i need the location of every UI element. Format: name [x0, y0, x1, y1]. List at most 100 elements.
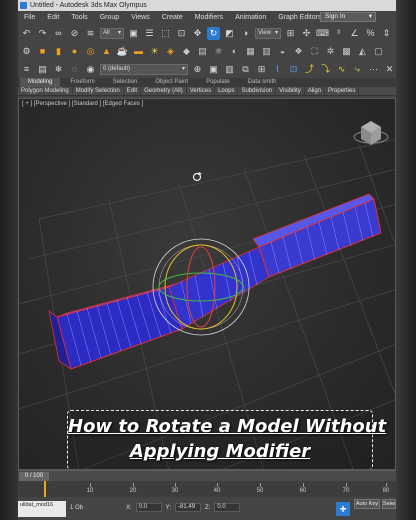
- rendered-frame-icon[interactable]: ▥: [260, 45, 273, 58]
- menu-group[interactable]: Group: [94, 14, 125, 21]
- create-box-icon[interactable]: ■: [36, 45, 49, 58]
- subtab-vertices[interactable]: Vertices: [187, 87, 216, 95]
- select-move-icon[interactable]: ✥: [191, 27, 204, 40]
- create-sphere-icon[interactable]: ●: [68, 45, 81, 58]
- close-toolbar-icon[interactable]: ✕: [383, 63, 396, 76]
- rect-selection-icon[interactable]: ⬚: [159, 27, 172, 40]
- layers-icon[interactable]: ≡: [20, 63, 33, 76]
- add-time-tag-icon[interactable]: +: [336, 502, 350, 516]
- subtab-subdivision[interactable]: Subdivision: [238, 87, 277, 95]
- unlink-icon[interactable]: ⊘: [68, 27, 81, 40]
- z-coordinate-field[interactable]: 0.0: [214, 503, 241, 512]
- material-editor-icon[interactable]: ◐: [228, 45, 241, 58]
- subtab-edit[interactable]: Edit: [124, 87, 142, 95]
- curve-tool-2-icon[interactable]: ⤵: [319, 63, 332, 76]
- time-slider[interactable]: 0 / 100: [19, 472, 49, 481]
- maxscript-listener[interactable]: ulldat_mod16: [18, 501, 66, 517]
- select-object-icon[interactable]: ▣: [127, 27, 140, 40]
- tab-freeform[interactable]: Freeform: [62, 78, 102, 87]
- xref-icon[interactable]: ⧉: [239, 63, 252, 76]
- pivot-center-icon[interactable]: ⊞: [284, 27, 297, 40]
- schematic-view-icon[interactable]: ⊡: [287, 63, 300, 76]
- create-helper-icon[interactable]: ◆: [180, 45, 193, 58]
- selection-filter-dropdown[interactable]: All: [100, 27, 124, 39]
- create-systems-icon[interactable]: ⚛: [212, 45, 225, 58]
- hierarchy-panel-icon[interactable]: ◭: [356, 45, 369, 58]
- menu-views[interactable]: Views: [125, 14, 156, 21]
- layer-visible-icon[interactable]: ◉: [84, 63, 97, 76]
- container-icon[interactable]: ▥: [223, 63, 236, 76]
- angle-snap-icon[interactable]: ∠: [348, 27, 361, 40]
- subtab-visibility[interactable]: Visibility: [276, 87, 305, 95]
- tab-selection[interactable]: Selection: [105, 78, 146, 87]
- create-light-icon[interactable]: ☀: [148, 45, 161, 58]
- select-by-name-icon[interactable]: ☰: [143, 27, 156, 40]
- perspective-viewport[interactable]: [ + ] [Perspective ] [Standard ] [Edged …: [18, 98, 396, 470]
- menu-create[interactable]: Create: [156, 14, 189, 21]
- spinner-snap-icon[interactable]: ⇕: [380, 27, 393, 40]
- create-cone-icon[interactable]: ▲: [100, 45, 113, 58]
- window-crossing-icon[interactable]: ⊡: [175, 27, 188, 40]
- keyboard-shortcut-icon[interactable]: ⌨: [316, 27, 329, 40]
- percent-snap-icon[interactable]: %: [364, 27, 377, 40]
- create-spacewarp-icon[interactable]: ▤: [196, 45, 209, 58]
- add-to-layer-icon[interactable]: ⊕: [191, 63, 204, 76]
- freeze-icon[interactable]: ❄: [52, 63, 65, 76]
- create-plane-icon[interactable]: ▬: [132, 45, 145, 58]
- bind-space-warp-icon[interactable]: ≋: [84, 27, 97, 40]
- select-place-icon[interactable]: ◑: [239, 27, 252, 40]
- tab-object-paint[interactable]: Object Paint: [147, 78, 196, 87]
- auto-key-button[interactable]: Auto Key: [354, 499, 380, 509]
- render-online-icon[interactable]: ❖: [292, 45, 305, 58]
- subtab-modify-selection[interactable]: Modify Selection: [73, 87, 124, 95]
- tool-more-icon[interactable]: ⋯: [367, 63, 380, 76]
- menu-modifiers[interactable]: Modifiers: [189, 14, 229, 21]
- scene-explorer-icon[interactable]: ⚙: [20, 45, 33, 58]
- subtab-properties[interactable]: Properties: [325, 87, 360, 95]
- hide-icon[interactable]: ◌: [68, 63, 81, 76]
- tab-populate[interactable]: Populate: [198, 78, 238, 87]
- menu-tools[interactable]: Tools: [65, 14, 93, 21]
- render-setup-icon[interactable]: ▦: [244, 45, 257, 58]
- select-manipulate-icon[interactable]: ✣: [300, 27, 313, 40]
- snaps-toggle-icon[interactable]: ³: [332, 27, 345, 40]
- viewcube-icon[interactable]: [353, 121, 389, 145]
- modify-panel-icon[interactable]: ▩: [340, 45, 353, 58]
- menu-edit[interactable]: Edit: [41, 14, 65, 21]
- create-teapot-icon[interactable]: ☕: [116, 45, 129, 58]
- layer-dropdown[interactable]: 0 (default): [100, 63, 188, 75]
- curve-tool-1-icon[interactable]: ⤴: [303, 63, 316, 76]
- set-key-filter-button[interactable]: Selec: [382, 499, 396, 509]
- subtab-loops[interactable]: Loops: [215, 87, 239, 95]
- tab-modeling[interactable]: Modeling: [20, 78, 61, 87]
- subtab-align[interactable]: Align: [305, 87, 326, 95]
- x-coordinate-field[interactable]: 0.0: [135, 503, 162, 512]
- curve-tool-3-icon[interactable]: ∿: [335, 63, 348, 76]
- subtab-geometry[interactable]: Geometry (All): [141, 87, 187, 95]
- display-panel-icon[interactable]: ▢: [372, 45, 385, 58]
- create-camera-icon[interactable]: ◈: [164, 45, 177, 58]
- select-rotate-icon[interactable]: ↻: [207, 26, 220, 40]
- reference-coordinate-dropdown[interactable]: View: [255, 27, 281, 39]
- menu-file[interactable]: File: [18, 14, 41, 21]
- menu-animation[interactable]: Animation: [229, 14, 272, 21]
- layer-explorer-icon[interactable]: ▤: [36, 63, 49, 76]
- sign-in-dropdown[interactable]: Sign In: [320, 12, 376, 22]
- render-icon[interactable]: ◒: [276, 45, 289, 58]
- tab-datasmith[interactable]: Data smith: [240, 78, 285, 87]
- select-scale-icon[interactable]: ◩: [223, 27, 236, 40]
- arnold-icon[interactable]: ⛶: [308, 45, 321, 58]
- new-layer-icon[interactable]: ▣: [207, 63, 220, 76]
- redo-icon[interactable]: ↷: [36, 27, 49, 40]
- subtab-polygon-modeling[interactable]: Polygon Modeling: [18, 87, 73, 95]
- undo-icon[interactable]: ↶: [20, 27, 33, 40]
- create-cylinder-icon[interactable]: ▮: [52, 45, 65, 58]
- curve-editor-icon[interactable]: ⌇: [271, 63, 284, 76]
- curve-tool-4-icon[interactable]: ⤷: [351, 63, 364, 76]
- create-torus-icon[interactable]: ◎: [84, 45, 97, 58]
- current-frame-marker[interactable]: [44, 481, 46, 497]
- track-bar[interactable]: 10 20 30 40 50 60 70 80: [18, 481, 396, 497]
- y-coordinate-field[interactable]: -81.49: [175, 503, 202, 512]
- viewport-settings-icon[interactable]: ✲: [324, 45, 337, 58]
- grid-icon[interactable]: ⊞: [255, 63, 268, 76]
